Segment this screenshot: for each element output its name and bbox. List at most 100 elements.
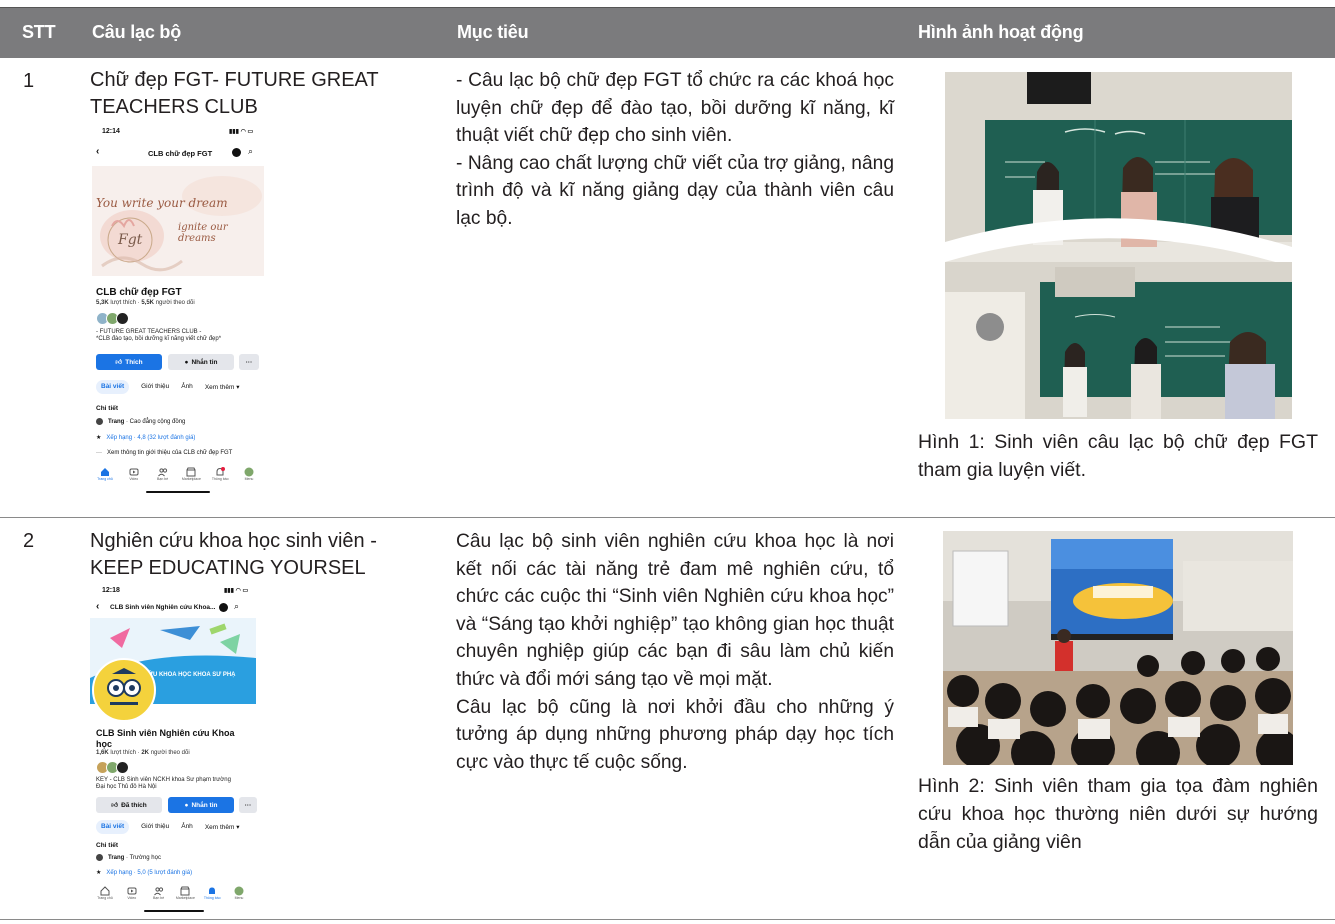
row1-goal-p1: - Câu lạc bộ chữ đẹp FGT tổ chức ra các … bbox=[456, 70, 894, 147]
row2-activity-photo bbox=[943, 531, 1293, 765]
nav-friends[interactable]: Bạn bè bbox=[152, 467, 174, 481]
page-name: CLB chữ đẹp FGT bbox=[96, 287, 182, 298]
row1-club-line2: TEACHERS CLUB bbox=[90, 96, 258, 118]
bottom-nav: Trang chủ Video Bạn bè Marketplace Thông… bbox=[94, 886, 250, 900]
details-heading: Chi tiết bbox=[96, 842, 119, 849]
detail-see-about[interactable]: ··· Xem thông tin giới thiệu của CLB chữ… bbox=[96, 450, 232, 456]
detail-category: Trang · Cao đẳng cộng đồng bbox=[96, 418, 185, 425]
header-stt: STT bbox=[22, 22, 56, 42]
nav-notifications[interactable]: Thông báo bbox=[209, 467, 231, 481]
nav-menu[interactable]: Menu bbox=[238, 467, 260, 481]
tab-more[interactable]: Xem thêm ▾ bbox=[205, 820, 240, 834]
home-icon bbox=[100, 886, 110, 896]
bottom-nav: Trang chủ Video Bạn bè Marketplace Thông… bbox=[94, 467, 260, 481]
marketplace-icon bbox=[180, 886, 190, 896]
cover-photo: You write your dream ignite our dreams F… bbox=[92, 166, 264, 276]
row2-club-line2: KEEP EDUCATING YOURSEL bbox=[90, 557, 366, 579]
nav-title: CLB chữ đẹp FGT bbox=[148, 149, 213, 158]
nav-video[interactable]: Video bbox=[123, 467, 145, 481]
nav-marketplace[interactable]: Marketplace bbox=[180, 467, 202, 481]
messenger-icon: ● bbox=[184, 801, 189, 809]
menu-avatar-icon bbox=[244, 467, 254, 477]
status-icons: ▮▮▮ ◠ ▭ bbox=[229, 129, 254, 135]
tab-more[interactable]: Xem thêm ▾ bbox=[205, 380, 240, 394]
star-icon: ★ bbox=[96, 435, 102, 441]
marketplace-icon bbox=[186, 467, 196, 477]
messenger-icon[interactable] bbox=[232, 148, 241, 157]
page-tabs: Bài viết Giới thiệu Ảnh Xem thêm ▾ bbox=[96, 380, 240, 394]
page-name: CLB Sinh viên Nghiên cứu Khoa học bbox=[96, 728, 235, 749]
back-arrow-icon[interactable]: ‹ bbox=[96, 146, 99, 157]
more-button[interactable]: ··· bbox=[239, 354, 259, 370]
tab-posts[interactable]: Bài viết bbox=[96, 820, 130, 834]
tab-about[interactable]: Giới thiệu bbox=[141, 820, 169, 834]
video-icon bbox=[127, 887, 137, 895]
more-button[interactable]: ··· bbox=[239, 797, 257, 813]
home-icon bbox=[101, 468, 109, 476]
row1-club-name: Chữ đẹp FGT- FUTURE GREAT TEACHERS CLUB bbox=[90, 67, 420, 121]
tab-photos[interactable]: Ảnh bbox=[181, 820, 193, 834]
messenger-icon[interactable] bbox=[219, 603, 228, 612]
message-button[interactable]: ● Nhắn tin bbox=[168, 354, 234, 370]
search-icon[interactable]: ⌕ bbox=[248, 146, 253, 157]
bell-icon bbox=[216, 467, 226, 476]
row2-club-line1: Nghiên cứu khoa học sinh viên - bbox=[90, 530, 377, 552]
row2-caption: Hình 2: Sinh viên tham gia tọa đàm nghiê… bbox=[918, 775, 1318, 853]
row1-goal: - Câu lạc bộ chữ đẹp FGT tổ chức ra các … bbox=[456, 67, 894, 233]
row1-activity-photo bbox=[945, 72, 1292, 419]
detail-rating: ★ Xếp hạng · 5,0 (5 lượt đánh giá) bbox=[96, 869, 193, 877]
nav-video[interactable]: Video bbox=[121, 886, 143, 900]
table-header: STT Câu lạc bộ Mục tiêu Hình ảnh hoạt độ… bbox=[0, 7, 1335, 58]
more-dots-icon: ··· bbox=[96, 450, 102, 456]
page-description: KEY - CLB Sinh viên NCKH khoa Sư phạm tr… bbox=[96, 777, 231, 790]
nav-marketplace[interactable]: Marketplace bbox=[174, 886, 196, 900]
page-description: - FUTURE GREAT TEACHERS CLUB - *CLB đào … bbox=[96, 329, 222, 342]
back-arrow-icon[interactable]: ‹ bbox=[96, 601, 99, 612]
cover-logo: Fgt bbox=[118, 232, 143, 248]
nav-home[interactable]: Trang chủ bbox=[94, 886, 116, 900]
row1-goal-p2: - Nâng cao chất lượng chữ viết của trợ g… bbox=[456, 152, 894, 229]
cover-text: ỨU KHOA HỌC KHOA SƯ PHẠ bbox=[148, 672, 236, 678]
header-club: Câu lạc bộ bbox=[92, 22, 182, 42]
detail-category: Trang · Trường học bbox=[96, 854, 161, 861]
info-icon bbox=[96, 418, 103, 425]
status-time: 12:14 bbox=[102, 128, 120, 135]
thumbs-up-icon: 👍︎ bbox=[111, 802, 119, 809]
friend-avatars bbox=[96, 312, 129, 325]
like-button[interactable]: 👍︎ Thích bbox=[96, 354, 162, 370]
page-logo bbox=[92, 658, 156, 722]
row-divider bbox=[0, 517, 1335, 518]
nav-friends[interactable]: Bạn bè bbox=[148, 886, 170, 900]
cover-slogan-2: ignite our dreams bbox=[178, 222, 228, 244]
header-goal: Mục tiêu bbox=[457, 22, 529, 42]
nav-title: CLB Sinh viên Nghiên cứu Khoa... bbox=[110, 604, 216, 611]
bell-icon bbox=[209, 887, 216, 894]
details-heading: Chi tiết bbox=[96, 405, 119, 412]
row1-caption: Hình 1: Sinh viên câu lạc bộ chữ đẹp FGT… bbox=[918, 431, 1318, 481]
nav-notifications[interactable]: Thông báo bbox=[201, 886, 223, 900]
row2-stt: 2 bbox=[23, 530, 35, 552]
tab-about[interactable]: Giới thiệu bbox=[141, 380, 169, 394]
menu-avatar-icon bbox=[234, 886, 244, 896]
status-icons: ▮▮▮ ◠ ▭ bbox=[224, 588, 249, 594]
star-icon: ★ bbox=[96, 870, 102, 876]
tab-posts[interactable]: Bài viết bbox=[96, 380, 130, 394]
liked-button[interactable]: 👍︎ Đã thích bbox=[96, 797, 162, 813]
header-image: Hình ảnh hoạt động bbox=[918, 22, 1084, 42]
row2-goal: Câu lạc bộ sinh viên nghiên cứu khoa học… bbox=[456, 528, 894, 776]
tab-photos[interactable]: Ảnh bbox=[181, 380, 193, 394]
status-time: 12:18 bbox=[102, 587, 120, 594]
row1-club-line1: Chữ đẹp FGT- FUTURE GREAT bbox=[90, 69, 379, 91]
row1-facebook-screenshot: 12:14 ▮▮▮ ◠ ▭ ‹ CLB chữ đẹp FGT ⌕ You wr… bbox=[88, 124, 268, 496]
nav-home[interactable]: Trang chủ bbox=[94, 467, 116, 481]
row2-club-name: Nghiên cứu khoa học sinh viên - KEEP EDU… bbox=[90, 528, 420, 582]
info-icon bbox=[96, 854, 103, 861]
home-indicator bbox=[144, 910, 204, 912]
cover-slogan-1: You write your dream bbox=[96, 196, 228, 210]
table-bottom-border bbox=[0, 919, 1335, 920]
page-tabs: Bài viết Giới thiệu Ảnh Xem thêm ▾ bbox=[96, 820, 240, 834]
message-button[interactable]: ● Nhắn tin bbox=[168, 797, 234, 813]
nav-menu[interactable]: Menu bbox=[228, 886, 250, 900]
search-icon[interactable]: ⌕ bbox=[234, 601, 239, 612]
row1-stt: 1 bbox=[23, 70, 35, 92]
